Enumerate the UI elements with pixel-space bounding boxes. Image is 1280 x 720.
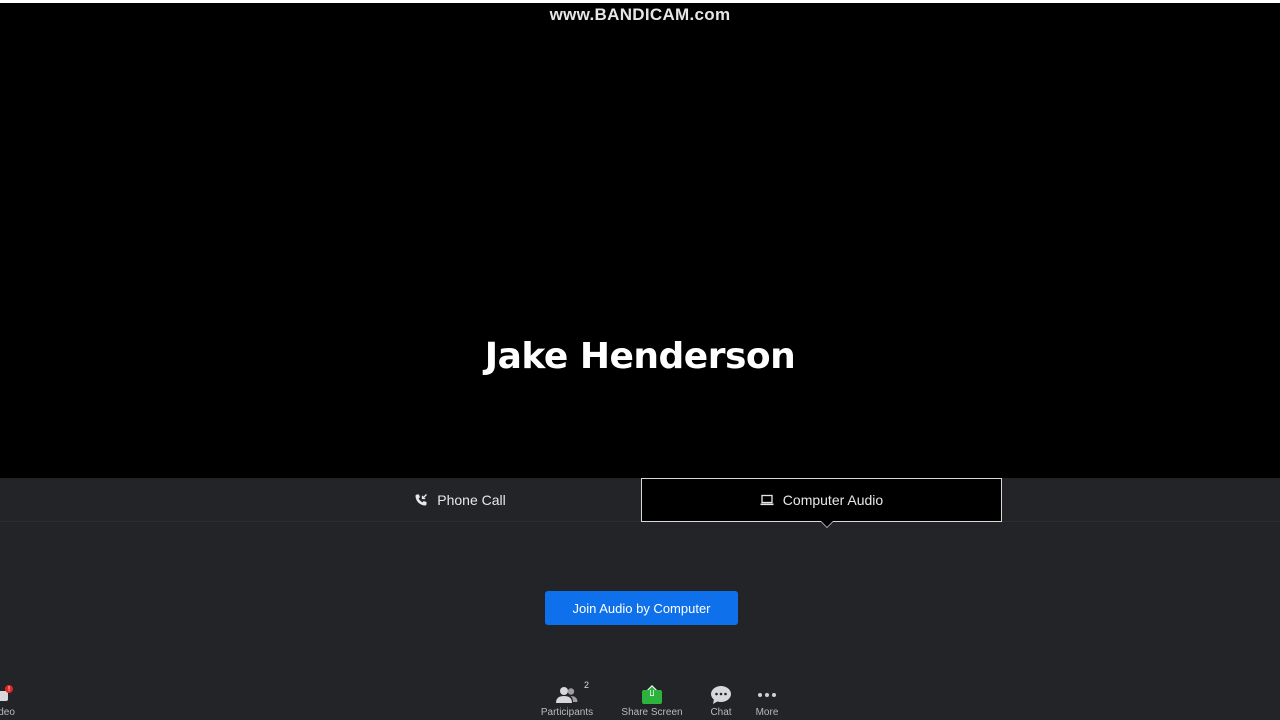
tab-phone-call-label: Phone Call — [437, 492, 506, 508]
video-alert-badge: ! — [5, 685, 13, 693]
audio-tab-strip: Phone Call Computer Audio — [0, 478, 1280, 528]
phone-icon — [414, 493, 428, 507]
top-border — [0, 0, 1280, 3]
meeting-toolbar: ! ideo 2 Participants — [0, 680, 1280, 720]
laptop-icon — [760, 494, 774, 506]
participant-name: Jake Henderson — [484, 336, 796, 377]
participants-button[interactable]: 2 Participants — [537, 680, 597, 720]
share-screen-icon — [641, 684, 663, 706]
more-icon — [758, 684, 776, 706]
participants-icon: 2 — [555, 680, 589, 706]
chat-icon — [710, 684, 732, 706]
participants-count: 2 — [583, 680, 589, 690]
join-audio-panel: Phone Call Computer Audio Join Audio by … — [0, 478, 1280, 720]
more-label: More — [755, 707, 779, 718]
participants-label: Participants — [540, 707, 594, 718]
video-button-label: ideo — [0, 707, 15, 718]
recorder-watermark: www.BANDICAM.com — [549, 5, 731, 24]
share-screen-button[interactable]: Share Screen — [620, 680, 684, 720]
tab-computer-audio-label: Computer Audio — [782, 492, 884, 508]
tab-computer-audio[interactable]: Computer Audio — [641, 478, 1002, 528]
more-button[interactable]: More — [750, 680, 784, 720]
join-audio-button[interactable]: Join Audio by Computer — [545, 591, 738, 625]
chat-label: Chat — [710, 707, 732, 718]
share-screen-label: Share Screen — [621, 707, 683, 718]
tab-phone-call[interactable]: Phone Call — [280, 478, 640, 522]
video-camera-icon: ! — [0, 684, 14, 706]
chat-button[interactable]: Chat — [706, 680, 736, 720]
selected-tab-pointer-fill — [821, 521, 833, 527]
video-area: www.BANDICAM.com Jake Henderson — [0, 0, 1280, 478]
video-button[interactable]: ! ideo — [0, 680, 24, 720]
